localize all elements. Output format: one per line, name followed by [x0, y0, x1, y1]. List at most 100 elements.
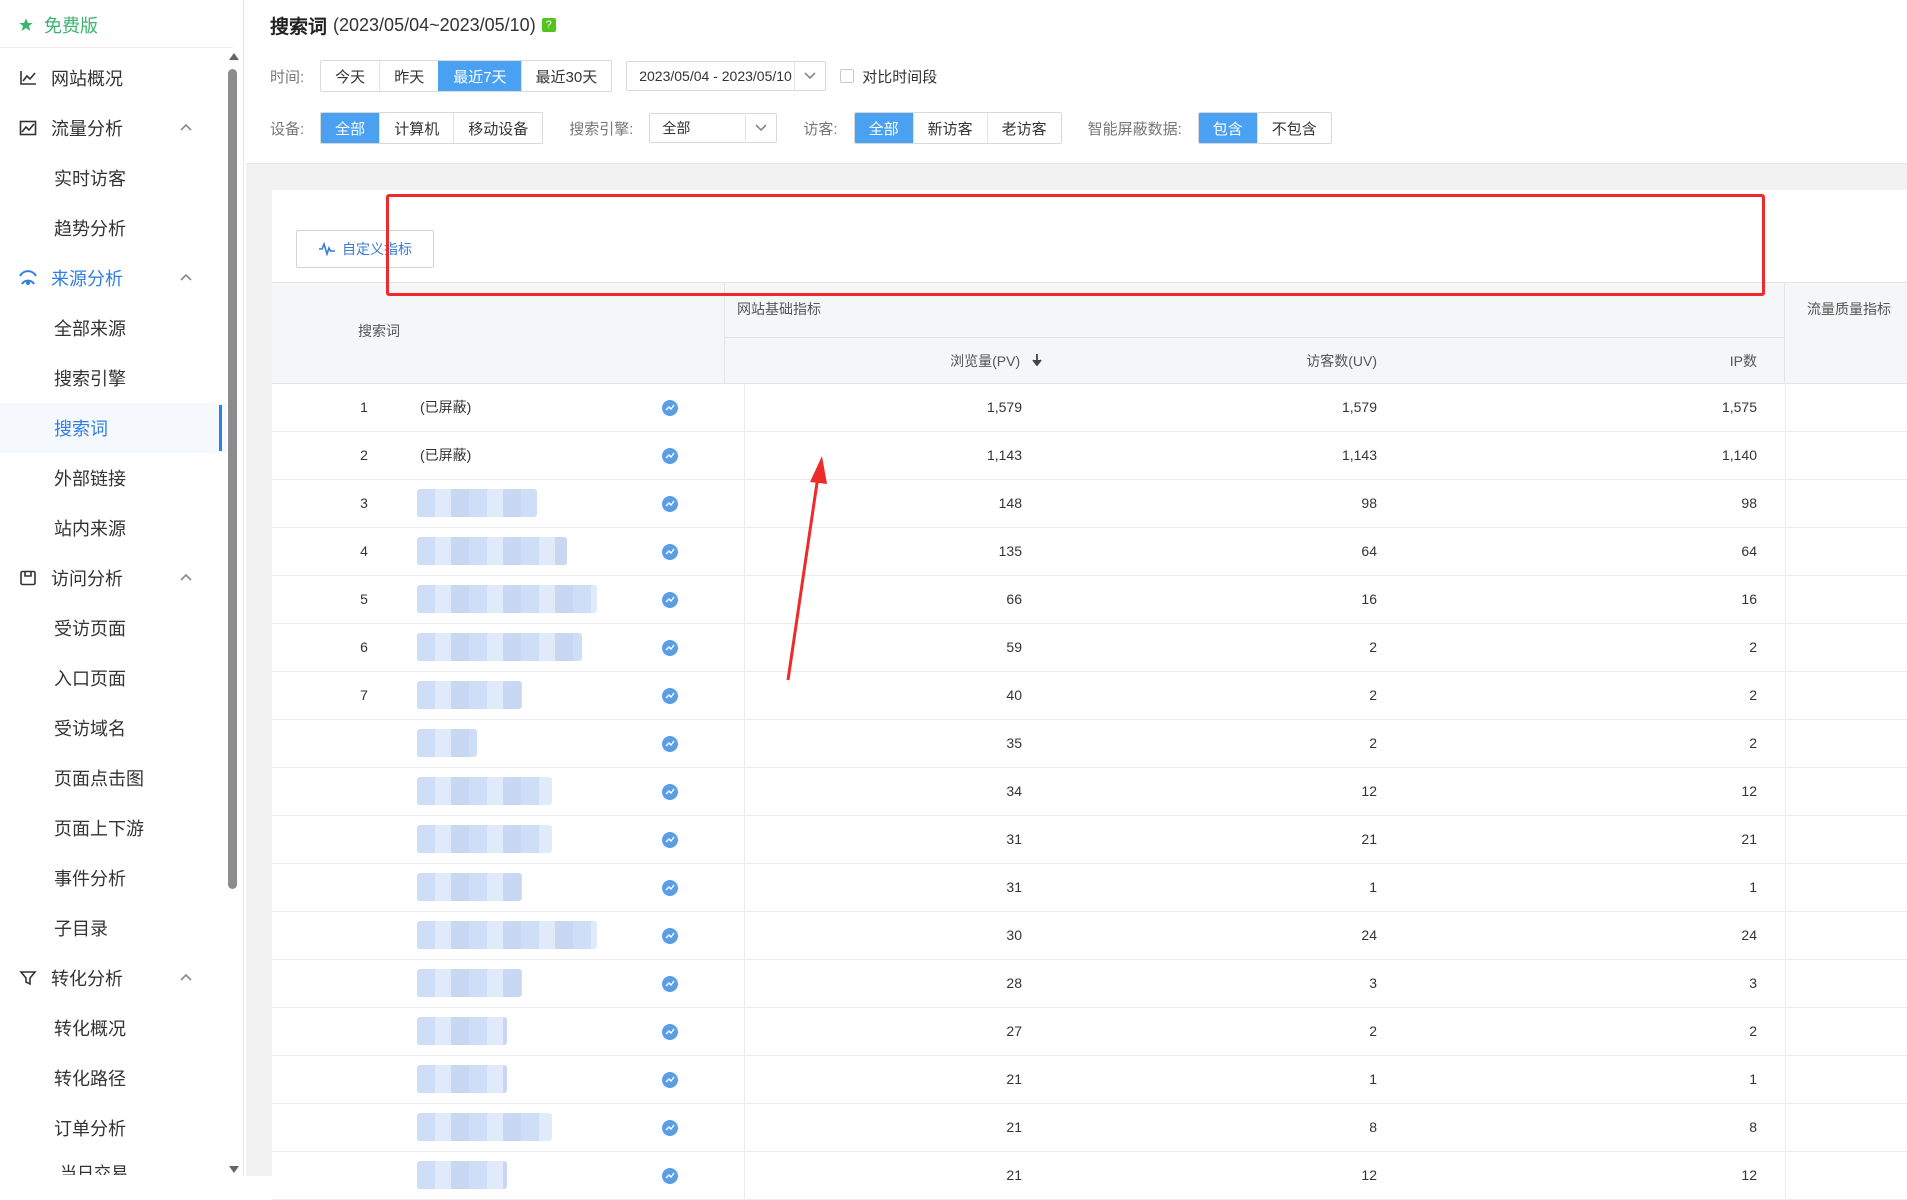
- sidebar-item[interactable]: 受访页面: [0, 603, 226, 653]
- time-option-button[interactable]: 今天: [321, 61, 379, 91]
- sidebar-item[interactable]: 订单分析: [0, 1103, 226, 1153]
- sidebar-item[interactable]: 外部链接: [0, 453, 226, 503]
- trend-icon[interactable]: [662, 736, 678, 752]
- sidebar-group-4[interactable]: 转化分析: [0, 953, 226, 1003]
- engine-select[interactable]: 全部: [649, 113, 778, 143]
- trend-icon[interactable]: [662, 592, 678, 608]
- sidebar-item[interactable]: 实时访客: [0, 153, 226, 203]
- divider: [744, 432, 745, 479]
- sidebar-item[interactable]: 搜索词: [0, 403, 226, 453]
- time-option-button[interactable]: 昨天: [379, 61, 438, 91]
- chevron-up-icon[interactable]: [178, 119, 194, 135]
- mask-option-button[interactable]: 不包含: [1256, 113, 1331, 143]
- table-row[interactable]: 21 12 12: [272, 1152, 1907, 1200]
- chevron-up-icon[interactable]: [178, 269, 194, 285]
- table-row[interactable]: 21 8 8: [272, 1104, 1907, 1152]
- sidebar-item[interactable]: 转化概况: [0, 1003, 226, 1053]
- visitor-option-button[interactable]: 老访客: [986, 113, 1061, 143]
- trend-icon[interactable]: [662, 640, 678, 656]
- sidebar-item[interactable]: 搜索引擎: [0, 353, 226, 403]
- chevron-up-icon[interactable]: [178, 569, 194, 585]
- table-row[interactable]: 31 21 21: [272, 816, 1907, 864]
- sidebar-group-0[interactable]: 网站概况: [0, 53, 226, 103]
- table-row[interactable]: 1 (已屏蔽) 1,579 1,579 1,575: [272, 384, 1907, 432]
- line-chart-icon: [18, 68, 38, 88]
- trend-icon[interactable]: [662, 976, 678, 992]
- time-option-button[interactable]: 最近7天: [438, 61, 521, 91]
- sidebar-item[interactable]: 页面点击图: [0, 753, 226, 803]
- divider: [744, 816, 745, 863]
- col-ip[interactable]: IP数: [1730, 351, 1757, 371]
- col-keyword[interactable]: 搜索词: [358, 321, 400, 341]
- table-row[interactable]: 7 40 2 2: [272, 672, 1907, 720]
- sidebar-item[interactable]: 子目录: [0, 903, 226, 953]
- sidebar-group-1[interactable]: 流量分析: [0, 103, 226, 153]
- custom-metrics-button[interactable]: 自定义指标: [296, 230, 434, 268]
- sidebar-item-partial[interactable]: 当日交易: [0, 1153, 226, 1175]
- trend-icon[interactable]: [662, 928, 678, 944]
- sort-desc-icon[interactable]: [1032, 354, 1042, 366]
- row-pv: 28: [1006, 975, 1022, 991]
- row-ip: 98: [1741, 495, 1757, 511]
- trend-icon[interactable]: [662, 784, 678, 800]
- trend-icon[interactable]: [662, 496, 678, 512]
- sidebar-item[interactable]: 受访域名: [0, 703, 226, 753]
- trend-icon[interactable]: [662, 688, 678, 704]
- col-pv[interactable]: 浏览量(PV): [950, 351, 1042, 371]
- time-option-button[interactable]: 最近30天: [520, 61, 612, 91]
- trend-icon[interactable]: [662, 1168, 678, 1184]
- device-option-button[interactable]: 计算机: [379, 113, 453, 143]
- sidebar-item[interactable]: 全部来源: [0, 303, 226, 353]
- sidebar-scrollbar[interactable]: [226, 53, 240, 1173]
- mask-option-button[interactable]: 包含: [1198, 113, 1257, 143]
- device-option-button[interactable]: 移动设备: [453, 113, 542, 143]
- table-row[interactable]: 31 1 1: [272, 864, 1907, 912]
- sidebar-item[interactable]: 转化路径: [0, 1053, 226, 1103]
- col-uv[interactable]: 访客数(UV): [1306, 351, 1377, 371]
- trend-icon[interactable]: [662, 832, 678, 848]
- scroll-up-icon[interactable]: [229, 53, 239, 60]
- trend-icon[interactable]: [662, 544, 678, 560]
- chevron-up-icon[interactable]: [178, 969, 194, 985]
- table-row[interactable]: 21 1 1: [272, 1056, 1907, 1104]
- trend-icon[interactable]: [662, 1120, 678, 1136]
- visitor-option-button[interactable]: 新访客: [912, 113, 987, 143]
- table-row[interactable]: 4 135 64 64: [272, 528, 1907, 576]
- compare-label[interactable]: 对比时间段: [862, 66, 937, 87]
- sidebar-item[interactable]: 站内来源: [0, 503, 226, 553]
- table-row[interactable]: 2 (已屏蔽) 1,143 1,143 1,140: [272, 432, 1907, 480]
- row-keyword[interactable]: (已屏蔽): [420, 432, 471, 479]
- sidebar-item[interactable]: 趋势分析: [0, 203, 226, 253]
- page-title: 搜索词: [270, 16, 328, 38]
- table-row[interactable]: 3 148 98 98: [272, 480, 1907, 528]
- brand[interactable]: 免费版: [18, 10, 98, 40]
- date-picker[interactable]: 2023/05/04 - 2023/05/10: [626, 61, 827, 91]
- table-row[interactable]: 27 2 2: [272, 1008, 1907, 1056]
- device-option-button[interactable]: 全部: [321, 113, 380, 143]
- table-row[interactable]: 5 66 16 16: [272, 576, 1907, 624]
- table-row[interactable]: 30 24 24: [272, 912, 1907, 960]
- trend-icon[interactable]: [662, 1024, 678, 1040]
- sidebar-item[interactable]: 入口页面: [0, 653, 226, 703]
- divider: [0, 47, 233, 48]
- compare-checkbox[interactable]: [840, 69, 855, 83]
- table-row[interactable]: 6 59 2 2: [272, 624, 1907, 672]
- sidebar-group-2[interactable]: 来源分析: [0, 253, 226, 303]
- help-icon[interactable]: ?: [541, 18, 556, 32]
- table-row[interactable]: 34 12 12: [272, 768, 1907, 816]
- scroll-thumb[interactable]: [228, 69, 237, 889]
- trend-icon[interactable]: [662, 1072, 678, 1088]
- sidebar-item-label: 全部来源: [54, 319, 126, 339]
- sidebar-group-3[interactable]: 访问分析: [0, 553, 226, 603]
- trend-icon[interactable]: [662, 448, 678, 464]
- sidebar-item[interactable]: 页面上下游: [0, 803, 226, 853]
- trend-icon[interactable]: [662, 400, 678, 416]
- row-keyword[interactable]: (已屏蔽): [420, 384, 471, 431]
- sidebar-item[interactable]: 事件分析: [0, 853, 226, 903]
- table-row[interactable]: 28 3 3: [272, 960, 1907, 1008]
- table-row[interactable]: 35 2 2: [272, 720, 1907, 768]
- visitor-option-button[interactable]: 全部: [854, 113, 913, 143]
- row-uv: 3: [1369, 975, 1377, 991]
- trend-icon[interactable]: [662, 880, 678, 896]
- scroll-down-icon[interactable]: [229, 1166, 239, 1173]
